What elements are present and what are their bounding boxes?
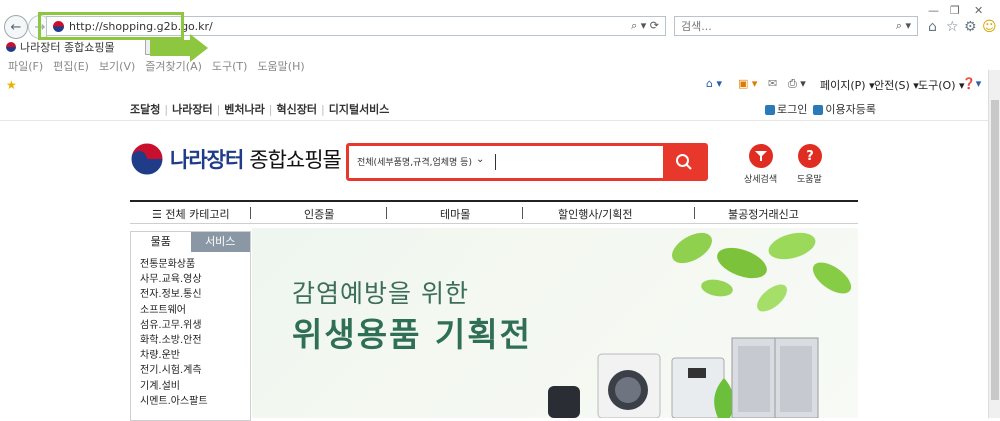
category-item[interactable]: 전통문화상품 — [140, 257, 250, 272]
nav-certified-mall[interactable]: 인증몰 — [304, 206, 334, 222]
nav-discount-events[interactable]: 할인행사/기획전 — [558, 206, 633, 222]
leaves-decoration-icon — [672, 232, 852, 312]
category-item[interactable]: 화학.소방.안전 — [140, 333, 250, 348]
banner-title: 위생용품 기획전 — [292, 315, 533, 354]
nav-unfair-trade-report[interactable]: 불공정거래신고 — [728, 206, 799, 222]
user-links: 로그인 이용자등록 — [765, 101, 876, 117]
register-label: 이용자등록 — [825, 103, 876, 116]
menu-file[interactable]: 파일(F) — [8, 58, 43, 74]
help-button[interactable]: ? — [798, 144, 822, 168]
nav-theme-mall[interactable]: 테마몰 — [440, 206, 470, 222]
safety-menu[interactable]: 안전(S) ▾ — [874, 77, 919, 93]
link-innovation[interactable]: 혁신장터 — [277, 103, 317, 116]
callout-arrow-icon — [150, 34, 208, 62]
category-item[interactable]: 전기.시험.계측 — [140, 363, 250, 378]
category-item[interactable]: 소프트웨어 — [140, 303, 250, 318]
category-item[interactable]: 전자.정보.통신 — [140, 287, 250, 302]
favorites-star-icon[interactable]: ☆ — [946, 19, 959, 35]
nav-divider — [694, 207, 695, 219]
tab-favicon-icon — [6, 42, 16, 52]
gear-icon[interactable]: ⚙ — [964, 19, 977, 35]
detail-search-label[interactable]: 상세검색 — [744, 172, 777, 185]
link-venture[interactable]: 벤처나라 — [224, 103, 264, 116]
search-button[interactable] — [663, 146, 705, 178]
detail-search-button[interactable] — [749, 144, 773, 168]
hamburger-icon: ☰ — [152, 208, 166, 221]
restore-icon[interactable]: ❐ — [950, 4, 960, 17]
menu-help[interactable]: 도움말(H) — [257, 58, 304, 74]
help-cmd-icon[interactable]: ❓▾ — [962, 77, 981, 90]
filter-icon — [755, 151, 767, 161]
category-item[interactable]: 섬유.고무.위생 — [140, 318, 250, 333]
login-link[interactable]: 로그인 — [765, 101, 807, 117]
nav-divider — [522, 207, 523, 219]
close-icon[interactable]: ✕ — [974, 4, 983, 17]
browser-search-box[interactable]: ⌕ ▾ — [674, 16, 918, 36]
smiley-icon[interactable]: ☺ — [982, 19, 997, 35]
products-illustration-icon — [548, 337, 819, 418]
print-icon[interactable]: ⎙ ▾ — [788, 77, 806, 91]
web-page: 조달청 | 나라장터 | 벤처나라 | 혁신장터 | 디지털서비스 로그인 이용자등록 나라장터… — [0, 96, 988, 421]
banner-subtitle: 감염예방을 위한 — [292, 279, 469, 308]
mail-icon[interactable]: ✉ — [768, 77, 777, 90]
family-site-links: 조달청 | 나라장터 | 벤처나라 | 혁신장터 | 디지털서비스 — [130, 103, 390, 116]
nav-all-categories-label: 전체 카테고리 — [165, 208, 230, 221]
search-icon — [676, 154, 692, 170]
menu-edit[interactable]: 편집(E) — [53, 58, 89, 74]
rss-icon[interactable]: ▣ ▾ — [738, 77, 757, 90]
menu-tools[interactable]: 도구(T) — [212, 58, 248, 74]
logo-primary-text: 나라장터 — [170, 148, 244, 172]
category-item[interactable]: 기계.설비 — [140, 379, 250, 394]
login-label: 로그인 — [777, 103, 808, 116]
search-category-select[interactable]: 전체(세부품명,규격,업체명 등) — [357, 155, 472, 168]
question-icon: ? — [806, 148, 814, 164]
command-bar: ⌂ ▾ ▣ ▾ ✉ ⎙ ▾ 페이지(P) ▾ 안전(S) ▾ 도구(O) ▾ ❓… — [0, 74, 1000, 94]
category-item[interactable]: 시멘트.아스팔트 — [140, 394, 250, 409]
nav-divider — [386, 207, 387, 219]
scrollbar-thumb[interactable] — [991, 100, 999, 400]
taeguk-logo-icon — [130, 142, 164, 176]
site-logo[interactable]: 나라장터 종합쇼핑몰 — [130, 142, 342, 176]
link-pps[interactable]: 조달청 — [130, 103, 160, 116]
category-list: 전통문화상품 사무.교육.영상 전자.정보.통신 소프트웨어 섬유.고무.위생 … — [131, 252, 250, 409]
main-nav: ☰ 전체 카테고리 인증몰 테마몰 할인행사/기획전 불공정거래신고 — [130, 200, 858, 224]
help-label[interactable]: 도움말 — [797, 172, 822, 185]
user-icon — [813, 105, 824, 115]
site-search-box[interactable]: 전체(세부품명,규격,업체명 등) ⌄ — [346, 143, 708, 181]
address-tools-icon[interactable]: ⌕ ▾ ⟳ — [631, 19, 659, 33]
logo-secondary-text: 종합쇼핑몰 — [249, 148, 342, 172]
minimize-icon[interactable]: — — [928, 4, 939, 17]
tab-services[interactable]: 서비스 — [190, 232, 250, 252]
link-narajangteo[interactable]: 나라장터 — [172, 103, 212, 116]
category-item[interactable]: 사무.교육.영상 — [140, 272, 250, 287]
chevron-down-icon[interactable]: ⌄ — [476, 154, 484, 165]
nav-all-categories[interactable]: ☰ 전체 카테고리 — [152, 206, 230, 222]
link-digital[interactable]: 디지털서비스 — [329, 103, 390, 116]
category-tabs: 물품 서비스 — [131, 232, 250, 252]
text-cursor — [495, 154, 496, 170]
back-icon[interactable]: ← — [4, 15, 28, 39]
nav-divider — [250, 207, 251, 219]
browser-search-input[interactable] — [679, 19, 883, 34]
tab-title: 나라장터 종합쇼핑몰 — [20, 41, 115, 54]
site-top-bar: 조달청 | 나라장터 | 벤처나라 | 혁신장터 | 디지털서비스 로그인 이용자등록 — [0, 96, 988, 121]
category-panel: 물품 서비스 전통문화상품 사무.교육.영상 전자.정보.통신 소프트웨어 섬유… — [130, 231, 251, 421]
menu-view[interactable]: 보기(V) — [99, 58, 135, 74]
home-icon[interactable]: ⌂ — [928, 19, 937, 35]
vertical-scrollbar[interactable] — [988, 70, 1000, 418]
register-link[interactable]: 이용자등록 — [813, 101, 876, 117]
category-item[interactable]: 차량.운반 — [140, 348, 250, 363]
tab-goods[interactable]: 물품 — [131, 232, 191, 252]
login-icon — [765, 105, 775, 115]
search-icon[interactable]: ⌕ ▾ — [896, 19, 911, 33]
tools-menu[interactable]: 도구(O) ▾ — [918, 77, 965, 93]
promo-banner[interactable]: 감염예방을 위한 위생용품 기획전 — [252, 228, 858, 418]
page-menu[interactable]: 페이지(P) ▾ — [820, 77, 875, 93]
home-cmd-icon[interactable]: ⌂ ▾ — [706, 77, 722, 90]
